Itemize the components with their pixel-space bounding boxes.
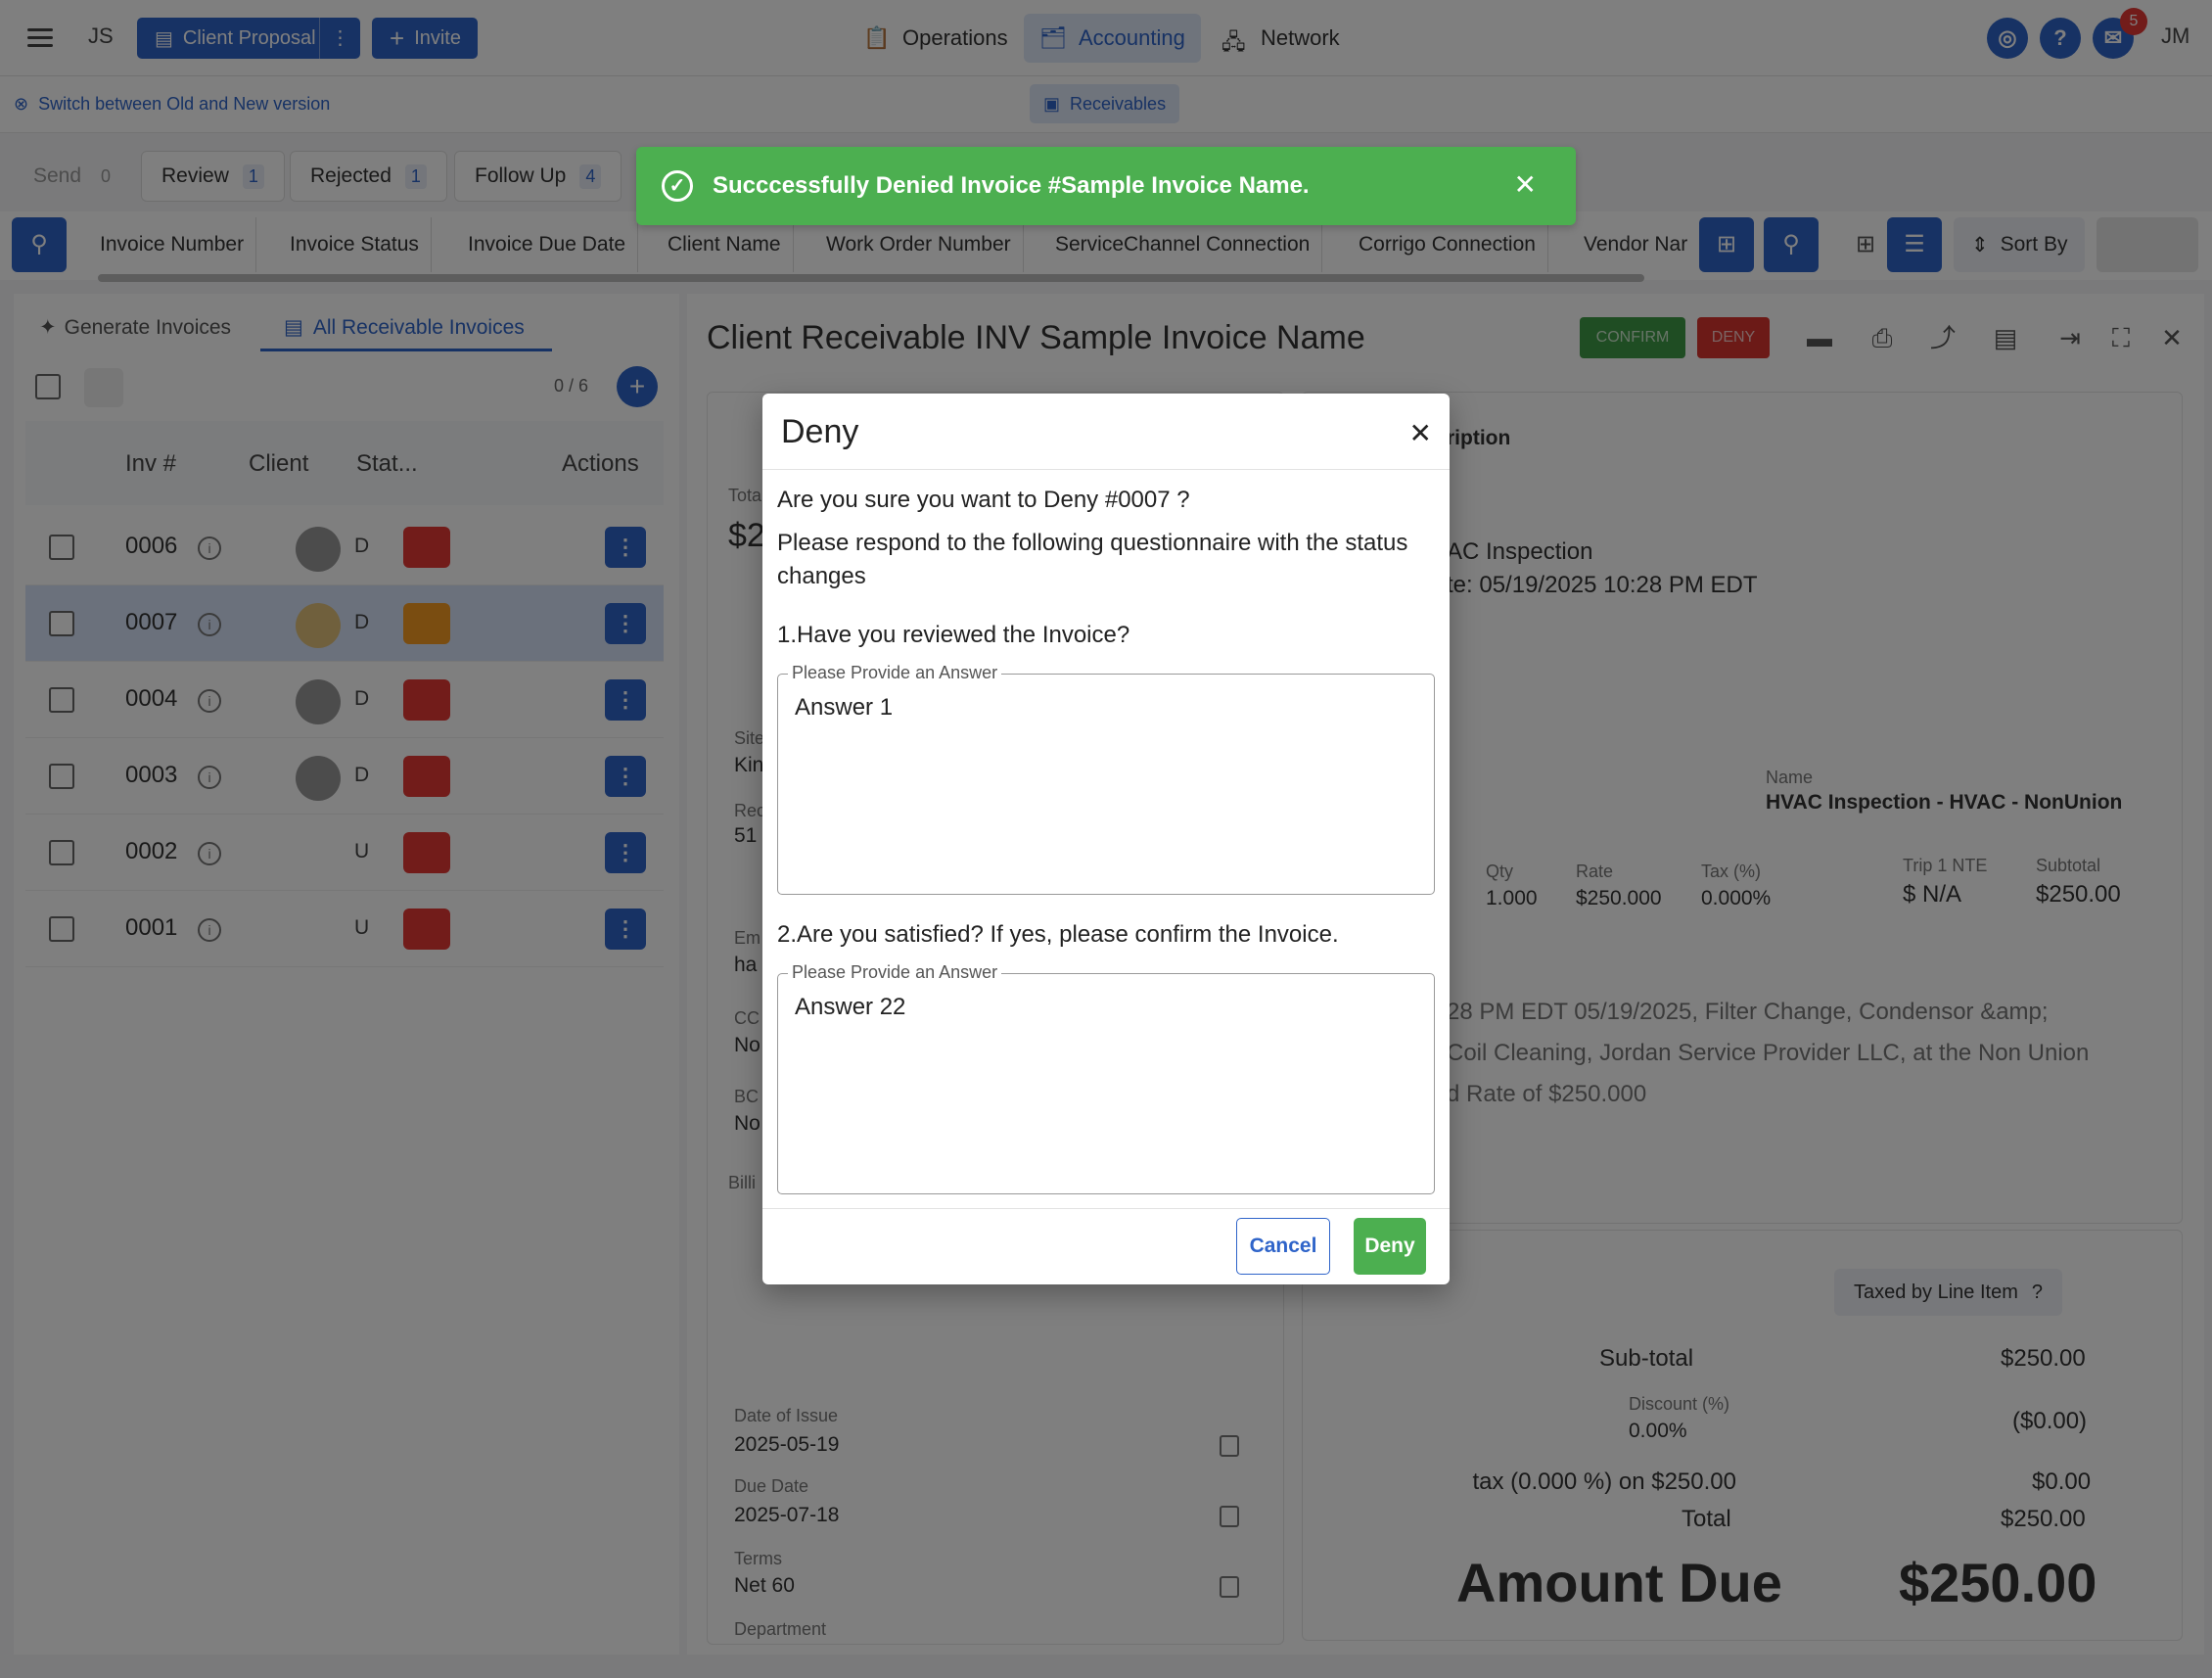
- questionnaire-instruction: Please respond to the following question…: [777, 530, 1408, 589]
- deny-dialog: Deny ✕ Are you sure you want to Deny #00…: [762, 394, 1450, 1284]
- check-circle-icon: ✓: [662, 170, 693, 202]
- answer-2-field[interactable]: Please Provide an Answer Answer 22: [777, 962, 1435, 1194]
- answer-1-value[interactable]: Answer 1: [795, 694, 893, 722]
- success-toast: ✓ Succcessfully Denied Invoice #Sample I…: [636, 147, 1576, 225]
- answer-1-field[interactable]: Please Provide an Answer Answer 1: [777, 663, 1435, 895]
- answer-2-value[interactable]: Answer 22: [795, 994, 905, 1021]
- field-label: Please Provide an Answer: [788, 962, 1002, 983]
- deny-submit-button[interactable]: Deny: [1354, 1218, 1426, 1275]
- close-icon[interactable]: ✕: [1409, 417, 1432, 449]
- question-2: 2.Are you satisfied? If yes, please conf…: [777, 921, 1339, 948]
- cancel-button[interactable]: Cancel: [1236, 1218, 1330, 1275]
- dialog-header: Deny ✕: [762, 394, 1450, 470]
- toast-message: Succcessfully Denied Invoice #Sample Inv…: [713, 172, 1310, 199]
- close-icon[interactable]: ✕: [1514, 168, 1537, 201]
- question-1: 1.Have you reviewed the Invoice?: [777, 622, 1130, 648]
- dialog-title: Deny: [781, 413, 859, 450]
- dialog-footer-divider: [762, 1208, 1450, 1209]
- confirm-question: Are you sure you want to Deny #0007 ?: [777, 487, 1190, 513]
- field-label: Please Provide an Answer: [788, 663, 1002, 683]
